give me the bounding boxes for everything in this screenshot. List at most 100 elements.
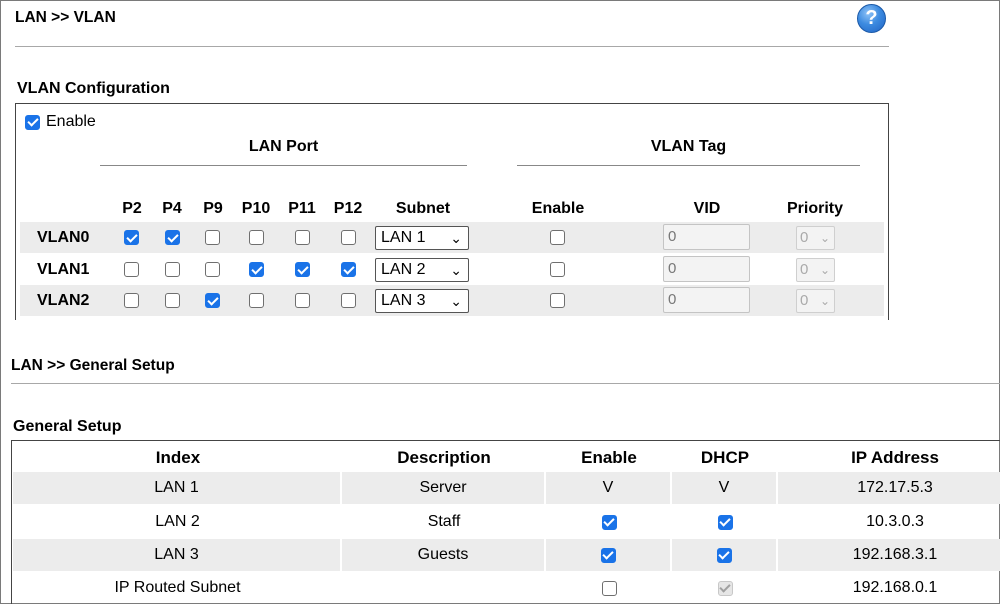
cell-dhcp [672, 572, 778, 604]
enable-checkbox[interactable] [601, 514, 617, 530]
col-head-p2: P2 [122, 200, 142, 217]
port-checkbox-p12[interactable] [341, 293, 356, 308]
port-checkbox-p9[interactable] [205, 230, 220, 245]
cell-dhcp: V [672, 472, 778, 504]
gs-head-ip: IP Address [851, 448, 939, 467]
enable-checkbox[interactable] [600, 547, 616, 563]
port-checkbox-p12[interactable] [341, 230, 356, 245]
subnet-select[interactable]: LAN 2 ⌄ [375, 258, 469, 282]
vid-input[interactable]: 0 [663, 256, 750, 282]
cell-ip: 172.17.5.3 [778, 472, 1000, 504]
vlan-tag-enable-checkbox[interactable] [550, 262, 565, 277]
priority-select[interactable]: 0 ⌄ [796, 258, 835, 282]
vlan-row-label: VLAN1 [37, 261, 90, 278]
vlan-tag-enable-checkbox[interactable] [550, 293, 565, 308]
vlan-tag-heading: VLAN Tag [650, 138, 727, 155]
vlan-enable-label: Enable [46, 113, 96, 130]
cell-description: Guests [342, 539, 546, 571]
cell-ip-text: 192.168.0.1 [852, 579, 938, 596]
help-icon[interactable]: ? [857, 4, 886, 33]
cell-ip-text: 10.3.0.3 [866, 513, 924, 530]
cell-enable: V [546, 472, 672, 504]
cell-index: LAN 3 [13, 539, 342, 571]
col-head-p4: P4 [162, 200, 182, 217]
port-checkbox-p11[interactable] [295, 262, 310, 277]
priority-select[interactable]: 0 ⌄ [796, 289, 835, 313]
dhcp-checkbox [717, 580, 733, 596]
cell-ip-text: 192.168.3.1 [852, 546, 938, 563]
cell-ip-text: 172.17.5.3 [857, 479, 933, 496]
vlan-row: VLAN2 LAN 3 ⌄ 0 0 ⌄ [20, 285, 884, 316]
port-checkbox-p10[interactable] [249, 230, 264, 245]
col-head-p12: P12 [333, 200, 363, 217]
vid-input[interactable]: 0 [663, 287, 750, 313]
port-checkbox-p9[interactable] [205, 293, 220, 308]
subnet-select[interactable]: LAN 3 ⌄ [375, 289, 469, 313]
col-head-vid: VID [693, 200, 721, 217]
cell-description [342, 572, 546, 604]
general-setup-row: IP Routed Subnet 192.168.0.1 [13, 572, 1000, 604]
cell-index-text: IP Routed Subnet [114, 579, 241, 596]
port-checkbox-p12[interactable] [341, 262, 356, 277]
port-checkbox-p11[interactable] [295, 230, 310, 245]
general-setup-breadcrumb: LAN >> General Setup [11, 357, 175, 374]
cell-description: Staff [342, 506, 546, 538]
priority-select[interactable]: 0 ⌄ [796, 226, 835, 250]
general-setup-row: LAN 2 Staff 10.3.0.3 [13, 506, 1000, 538]
cell-enable-text: V [602, 479, 614, 496]
vid-input[interactable]: 0 [663, 224, 750, 250]
gs-head-index: Index [155, 448, 201, 467]
port-checkbox-p4[interactable] [165, 230, 180, 245]
priority-select-value: 0 [800, 229, 809, 246]
vlan-row: VLAN0 LAN 1 ⌄ 0 0 ⌄ [20, 222, 884, 253]
subnet-select-value: LAN 3 [381, 292, 426, 309]
vlan-divider [15, 46, 889, 47]
vlan-row: VLAN1 LAN 2 ⌄ 0 0 ⌄ [20, 254, 884, 285]
vlan-configuration-title: VLAN Configuration [17, 80, 170, 97]
subnet-select-value: LAN 1 [381, 229, 426, 246]
vlan-enable-row: Enable [25, 113, 96, 131]
priority-select-value: 0 [800, 292, 809, 309]
cell-dhcp [672, 539, 778, 571]
cell-ip: 10.3.0.3 [778, 506, 1000, 538]
port-checkbox-p2[interactable] [124, 230, 139, 245]
port-checkbox-p4[interactable] [165, 293, 180, 308]
chevron-down-icon: ⌄ [450, 293, 462, 309]
general-setup-title: General Setup [13, 418, 122, 435]
port-checkbox-p9[interactable] [205, 262, 220, 277]
cell-index-text: LAN 3 [154, 546, 199, 563]
general-setup-row: LAN 3 Guests 192.168.3.1 [13, 539, 1000, 571]
gs-head-description: Description [397, 448, 491, 467]
priority-select-value: 0 [800, 261, 809, 278]
cell-description-text: Staff [427, 513, 461, 530]
vlan-tag-enable-checkbox[interactable] [550, 230, 565, 245]
cell-description-text: Guests [417, 546, 469, 563]
col-head-p11: P11 [288, 200, 316, 217]
port-checkbox-p2[interactable] [124, 262, 139, 277]
lan-port-underline [100, 165, 467, 166]
cell-enable [546, 539, 672, 571]
vlan-row-label: VLAN2 [37, 292, 90, 309]
port-checkbox-p11[interactable] [295, 293, 310, 308]
cell-index-text: LAN 1 [154, 479, 199, 496]
enable-checkbox[interactable] [601, 580, 617, 596]
gs-head-dhcp: DHCP [700, 448, 750, 467]
dhcp-checkbox[interactable] [717, 514, 733, 530]
vlan-enable-checkbox[interactable] [25, 114, 40, 130]
vlan-breadcrumb: LAN >> VLAN [15, 9, 116, 26]
vlan-tag-underline [517, 165, 860, 166]
port-checkbox-p4[interactable] [165, 262, 180, 277]
cell-index: IP Routed Subnet [13, 572, 342, 604]
cell-description-text: Server [419, 479, 467, 496]
chevron-down-icon: ⌄ [450, 262, 462, 278]
cell-enable [546, 506, 672, 538]
port-checkbox-p2[interactable] [124, 293, 139, 308]
chevron-down-icon: ⌄ [819, 294, 830, 308]
cell-ip: 192.168.3.1 [778, 539, 1000, 571]
general-setup-row: LAN 1 Server V V 172.17.5.3 [13, 472, 1000, 504]
subnet-select[interactable]: LAN 1 ⌄ [375, 226, 469, 250]
port-checkbox-p10[interactable] [249, 262, 264, 277]
col-head-p10: P10 [241, 200, 271, 217]
dhcp-checkbox[interactable] [716, 547, 732, 563]
port-checkbox-p10[interactable] [249, 293, 264, 308]
